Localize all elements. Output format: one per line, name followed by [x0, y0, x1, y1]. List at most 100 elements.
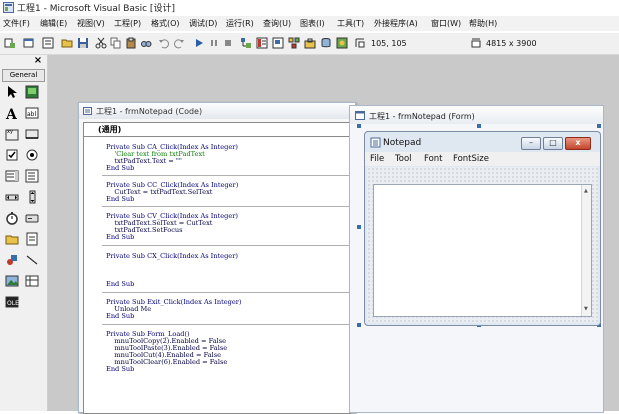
procedure-separator — [102, 206, 350, 207]
menu-file[interactable]: 文件(F) — [3, 18, 30, 29]
filelistbox-tool-icon[interactable] — [25, 232, 39, 246]
menu-tools[interactable]: 工具(T) — [337, 18, 364, 29]
combobox-tool-icon[interactable] — [5, 169, 19, 183]
procedure-separator — [102, 324, 350, 325]
commandbutton-tool-icon[interactable] — [25, 127, 39, 141]
procedure-separator — [102, 292, 350, 293]
cut-icon[interactable] — [95, 37, 107, 49]
resize-handle[interactable] — [357, 124, 361, 128]
open-project-icon[interactable] — [61, 37, 73, 49]
resize-handle[interactable] — [597, 124, 601, 128]
menu-query[interactable]: 查询(U) — [263, 18, 291, 29]
position-icon — [354, 37, 366, 49]
menu-run[interactable]: 运行(R) — [226, 18, 254, 29]
code-line: End Sub — [106, 233, 135, 241]
notepad-menu-fontsize[interactable]: FontSize — [453, 154, 489, 164]
standard-toolbar: 105, 105 4815 x 3900 — [0, 33, 619, 55]
paste-icon[interactable] — [125, 37, 137, 49]
maximize-button[interactable]: □ — [543, 137, 563, 150]
toolbox-general-tab[interactable]: General — [2, 69, 45, 82]
menu-project[interactable]: 工程(P) — [114, 18, 141, 29]
scroll-down-icon[interactable]: ▼ — [584, 306, 588, 312]
form-window-icon — [355, 111, 365, 120]
find-icon[interactable] — [140, 37, 152, 49]
menu-view[interactable]: 视图(V) — [77, 18, 105, 29]
notepad-menu-bar: File Tool Font FontSize — [365, 152, 600, 166]
code-editor[interactable]: Private Sub CA_Click(Index As Integer) '… — [83, 136, 351, 414]
copy-icon[interactable] — [110, 37, 122, 49]
notepad-menu-font[interactable]: Font — [424, 154, 443, 164]
code-line: End Sub — [106, 195, 135, 203]
title-bar: 工程1 - Microsoft Visual Basic [设计] — [0, 0, 619, 15]
menu-format[interactable]: 格式(O) — [151, 18, 180, 29]
resize-handle[interactable] — [357, 323, 361, 327]
resize-handle[interactable] — [477, 124, 481, 128]
frame-tool-icon[interactable]: xy — [5, 127, 19, 141]
close-button[interactable]: x — [565, 137, 591, 150]
menu-edit[interactable]: 编辑(E) — [40, 18, 67, 29]
menu-window[interactable]: 窗口(W) — [431, 18, 461, 29]
notepad-menu-file[interactable]: File — [370, 154, 384, 164]
hscrollbar-tool-icon[interactable] — [5, 190, 19, 204]
form-window-titlebar[interactable]: 工程1 - frmNotepad (Form) — [350, 106, 603, 124]
vertical-scrollbar[interactable]: ▲ ▼ — [581, 185, 591, 316]
menu-editor-icon[interactable] — [42, 37, 54, 49]
scroll-up-icon[interactable]: ▲ — [584, 188, 588, 194]
shape-tool-icon[interactable] — [5, 253, 19, 267]
toolbox-icon[interactable] — [304, 37, 316, 49]
code-window: 工程1 - frmNotepad (Code) (通用) Private Sub… — [78, 102, 356, 414]
code-window-titlebar[interactable]: 工程1 - frmNotepad (Code) — [79, 103, 355, 119]
ole-tool-icon[interactable]: OLE — [5, 295, 19, 309]
line-tool-icon[interactable] — [25, 253, 39, 267]
listbox-tool-icon[interactable] — [25, 169, 39, 183]
object-browser-icon[interactable] — [288, 37, 300, 49]
break-icon[interactable] — [208, 37, 220, 49]
image-tool-icon[interactable] — [5, 274, 19, 288]
data-tool-icon[interactable] — [25, 274, 39, 288]
redo-icon[interactable] — [173, 37, 185, 49]
add-project-icon[interactable] — [4, 37, 16, 49]
form-layout-icon[interactable] — [272, 37, 284, 49]
end-icon[interactable] — [222, 37, 234, 49]
code-window-title: 工程1 - frmNotepad (Code) — [96, 107, 203, 116]
data-view-icon[interactable] — [320, 37, 332, 49]
menu-addins[interactable]: 外接程序(A) — [374, 18, 418, 29]
object-combobox[interactable]: (通用) — [83, 122, 353, 137]
menu-debug[interactable]: 调试(D) — [189, 18, 217, 29]
code-line: End Sub — [106, 365, 135, 373]
save-project-icon[interactable] — [77, 37, 89, 49]
minimize-button[interactable]: – — [521, 137, 541, 150]
notepad-client-area: ▲ ▼ — [367, 167, 598, 323]
size-readout: 4815 x 3900 — [486, 39, 537, 48]
vscrollbar-tool-icon[interactable] — [25, 190, 39, 204]
menu-help[interactable]: 帮助(H) — [469, 18, 497, 29]
start-icon[interactable] — [193, 37, 205, 49]
picturebox-tool-icon[interactable] — [25, 85, 39, 99]
dirlistbox-tool-icon[interactable] — [5, 232, 19, 246]
drivelistbox-tool-icon[interactable] — [25, 211, 39, 225]
timer-tool-icon[interactable] — [5, 211, 19, 225]
label-tool-icon[interactable]: A — [5, 106, 19, 120]
visual-component-manager-icon[interactable] — [336, 37, 348, 49]
notepad-menu-tool[interactable]: Tool — [395, 154, 412, 164]
code-window-icon — [83, 107, 92, 115]
resize-handle[interactable] — [357, 225, 361, 229]
add-form-icon[interactable] — [23, 37, 35, 49]
undo-icon[interactable] — [158, 37, 170, 49]
checkbox-tool-icon[interactable] — [5, 148, 19, 162]
optionbutton-tool-icon[interactable] — [25, 148, 39, 162]
textbox-tool-icon[interactable]: abl — [25, 106, 39, 120]
txtpadtext-textbox[interactable]: ▲ ▼ — [373, 184, 592, 317]
properties-window-icon[interactable] — [256, 37, 268, 49]
code-line: End Sub — [106, 312, 135, 320]
menu-diagram[interactable]: 图表(I) — [300, 18, 325, 29]
notepad-form[interactable]: Notepad – □ x File Tool Font FontSize ▲ … — [364, 131, 601, 326]
toolbox-close-button[interactable]: × — [33, 56, 43, 66]
notepad-title: Notepad — [383, 138, 422, 148]
procedure-separator — [102, 245, 350, 246]
notepad-app-icon — [370, 137, 381, 148]
project-explorer-icon[interactable] — [240, 37, 252, 49]
svg-text:OLE: OLE — [7, 300, 19, 307]
vb-app-icon — [3, 2, 14, 13]
pointer-tool-icon[interactable] — [5, 85, 19, 99]
